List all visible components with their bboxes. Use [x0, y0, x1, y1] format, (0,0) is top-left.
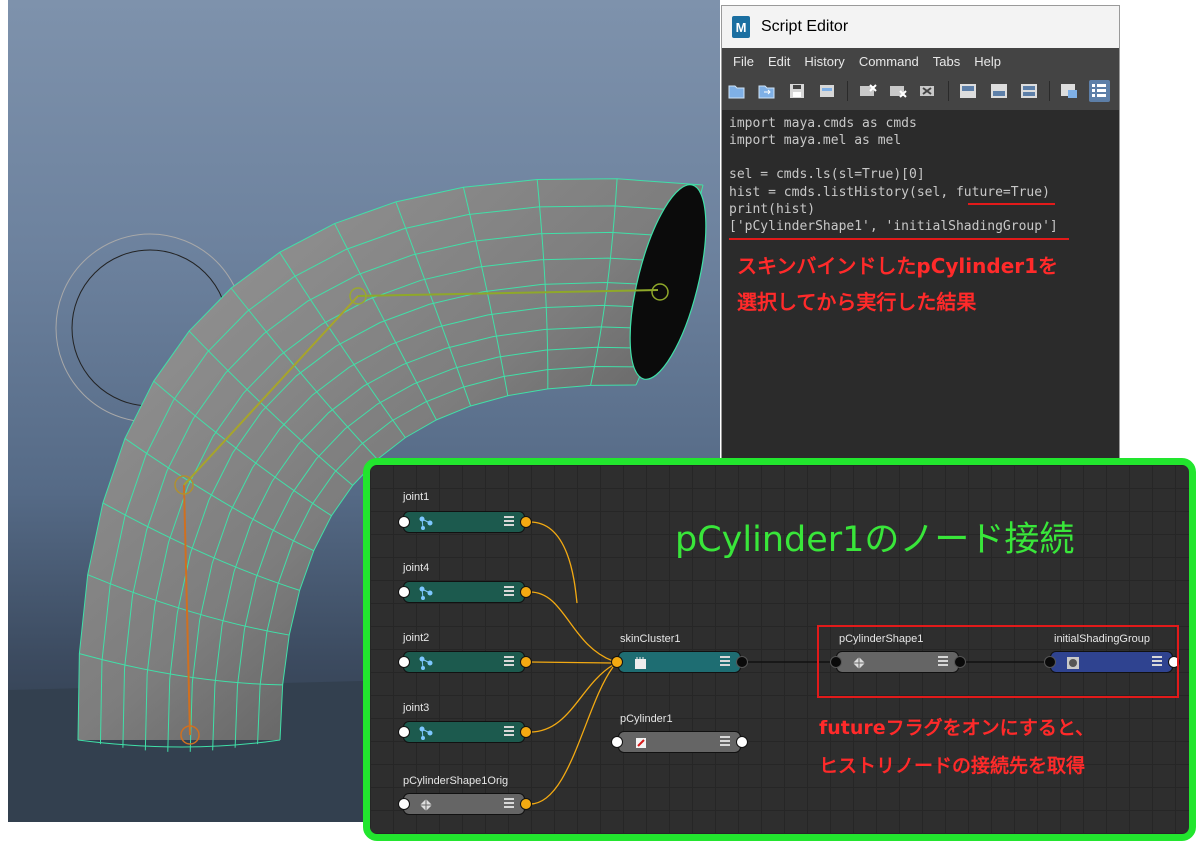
wire-joint2-skin [529, 661, 614, 664]
future-flag-note-line2: ヒストリノードの接続先を取得 [819, 755, 1086, 777]
toolbar-separator [947, 81, 949, 101]
node-menu-icon[interactable] [504, 586, 514, 598]
code-line: hist = cmds.listHistory(sel, future=True… [729, 185, 1050, 200]
input-port[interactable] [398, 798, 410, 810]
code-line: import maya.mel as mel [729, 133, 902, 148]
toolbar-separator [847, 81, 849, 101]
output-port[interactable] [520, 516, 532, 528]
orig-label: pCylinderShape1Orig [403, 775, 509, 787]
transform-icon [633, 735, 648, 750]
code-line: import maya.cmds as cmds [729, 116, 917, 131]
menu-help[interactable]: Help [974, 54, 1001, 69]
pcylindershape1orig-node[interactable] [403, 793, 525, 815]
joint3-node[interactable] [403, 721, 525, 743]
menu-tabs[interactable]: Tabs [933, 54, 960, 69]
joint2-label: joint2 [403, 632, 430, 644]
pcylinder1-node[interactable] [618, 731, 741, 753]
node-menu-icon[interactable] [720, 656, 730, 668]
clear-history-icon[interactable] [857, 80, 878, 102]
save-script-icon[interactable] [787, 80, 808, 102]
joint3-label: joint3 [403, 702, 430, 714]
joint-icon [418, 655, 433, 670]
joint1-node[interactable] [403, 511, 525, 533]
joint-icon [418, 515, 433, 530]
open-script-icon[interactable] [726, 80, 747, 102]
output-port[interactable] [520, 726, 532, 738]
show-both-icon[interactable] [1018, 80, 1039, 102]
input-port[interactable] [398, 656, 410, 668]
toolbar [722, 75, 1119, 107]
menu-command[interactable]: Command [859, 54, 919, 69]
wire-joint4-skin [529, 591, 614, 662]
code-line: print(hist) [729, 202, 816, 217]
result-underline [729, 238, 1069, 240]
future-flag-note-line1: futureフラグをオンにすると、 [819, 717, 1095, 739]
menu-history[interactable]: History [804, 54, 844, 69]
mesh-shape-icon [418, 797, 433, 812]
echo-commands-icon[interactable] [1059, 80, 1080, 102]
joint-icon [418, 585, 433, 600]
clear-input-icon[interactable] [887, 80, 908, 102]
node-menu-icon[interactable] [720, 736, 730, 748]
node-menu-icon[interactable] [504, 798, 514, 810]
skincluster1-label: skinCluster1 [620, 633, 681, 645]
toolbar-separator [1048, 81, 1050, 101]
joint1-label: joint1 [403, 491, 430, 503]
code-result-line: ['pCylinderShape1', 'initialShadingGroup… [729, 219, 1058, 234]
node-menu-icon[interactable] [504, 726, 514, 738]
result-annotation-line1: スキンバインドしたpCylinder1を [737, 254, 1059, 278]
input-port[interactable] [398, 586, 410, 598]
future-flag-underline [968, 203, 1055, 205]
line-numbers-icon[interactable] [1088, 80, 1111, 102]
wire-joint1-skin [529, 521, 578, 604]
skincluster1-node[interactable] [618, 651, 741, 673]
clear-all-icon[interactable] [918, 80, 939, 102]
menu-edit[interactable]: Edit [768, 54, 790, 69]
node-menu-icon[interactable] [504, 656, 514, 668]
future-result-highlight [817, 625, 1179, 698]
wire-orig-skin [529, 666, 614, 805]
menu-file[interactable]: File [733, 54, 754, 69]
menu-bar: File Edit History Command Tabs Help [722, 48, 1119, 75]
result-annotation-line2: 選択してから実行した結果 [737, 290, 977, 314]
input-port[interactable] [611, 656, 623, 668]
input-port[interactable] [611, 736, 623, 748]
show-history-only-icon[interactable] [958, 80, 979, 102]
joint4-label: joint4 [403, 562, 430, 574]
skin-cluster-icon [633, 655, 648, 670]
output-port[interactable] [736, 656, 748, 668]
script-editor-titlebar[interactable]: M Script Editor [722, 6, 1119, 48]
source-script-icon[interactable] [756, 80, 777, 102]
joint2-node[interactable] [403, 651, 525, 673]
output-port[interactable] [736, 736, 748, 748]
output-port[interactable] [520, 586, 532, 598]
node-editor-heading: pCylinder1のノード接続 [675, 520, 1075, 560]
output-port[interactable] [520, 798, 532, 810]
script-output-panel[interactable]: import maya.cmds as cmds import maya.mel… [722, 110, 1119, 459]
script-editor-window[interactable]: M Script Editor File Edit History Comman… [721, 5, 1120, 460]
wire-joint3-skin [529, 664, 614, 733]
output-port[interactable] [520, 656, 532, 668]
joint-icon [418, 725, 433, 740]
input-port[interactable] [398, 516, 410, 528]
maya-logo-icon: M [732, 16, 750, 38]
node-editor-panel[interactable]: pCylinder1のノード接続 joint1 joint4 joint2 jo… [363, 458, 1196, 841]
joint4-node[interactable] [403, 581, 525, 603]
node-menu-icon[interactable] [504, 516, 514, 528]
save-to-shelf-icon[interactable] [817, 80, 838, 102]
code-line: sel = cmds.ls(sl=True)[0] [729, 167, 925, 182]
show-input-only-icon[interactable] [988, 80, 1009, 102]
input-port[interactable] [398, 726, 410, 738]
pcylinder1-label: pCylinder1 [620, 713, 673, 725]
window-title: Script Editor [761, 18, 849, 35]
